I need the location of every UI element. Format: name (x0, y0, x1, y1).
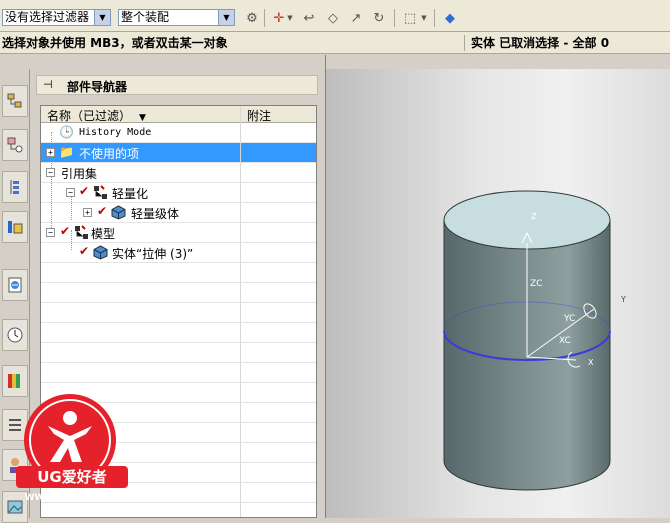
constraint-navigator-icon[interactable] (2, 171, 28, 203)
selection-box-icon[interactable]: ⬚ (401, 9, 419, 27)
tree-row-empty (41, 263, 316, 283)
history-icon[interactable] (2, 319, 28, 351)
clock-icon: 🕒 (59, 125, 74, 139)
tree-row-empty (41, 303, 316, 323)
tree-row-note (241, 183, 316, 202)
tree-row-empty (41, 363, 316, 383)
status-bar: 选择对象并使用 MB3，或者双击某一对象 实体 已取消选择 - 全部 0 (0, 32, 670, 54)
ug-logo-icon: UG爱好者 WWW.UGSNX.COM (16, 394, 128, 503)
checkmark-icon[interactable]: ✔ (79, 184, 89, 198)
body-icon (93, 245, 108, 260)
tree-row-label: History Mode (79, 127, 152, 138)
assembly-navigator-icon[interactable] (2, 85, 28, 117)
chevron-down-icon: ▼ (218, 10, 234, 25)
navigator-title-bar: ⊣ 部件导航器 (36, 75, 318, 95)
part-navigator-icon[interactable] (2, 129, 28, 161)
chevron-down-icon: ▼ (94, 10, 110, 25)
axis-label-x: X (588, 358, 594, 367)
expand-plus-icon[interactable]: + (46, 148, 55, 157)
collapse-minus-icon[interactable]: − (66, 188, 75, 197)
status-prompt: 选择对象并使用 MB3，或者双击某一对象 (2, 36, 228, 50)
tree-row-label: 轻量化 (112, 187, 149, 201)
tree-header: 名称（已过滤） ▼ 附注 (41, 106, 316, 124)
tree-row-note (241, 123, 316, 142)
select-face-icon[interactable]: ◇ (324, 9, 342, 27)
tree-row-lightweight[interactable]: − ✔ 轻量化 (41, 183, 316, 203)
collapse-minus-icon[interactable]: − (46, 228, 55, 237)
assembly-scope-value: 整个装配 (121, 10, 170, 24)
watermark-brand: UG爱好者 (37, 468, 107, 486)
tree-row-model[interactable]: − ✔ 模型 (41, 223, 316, 243)
toolbar-separator (434, 9, 435, 27)
expand-plus-icon[interactable]: + (83, 208, 92, 217)
assembly-icon (74, 225, 89, 240)
tree-row-reference-sets[interactable]: − 引用集 (41, 163, 316, 183)
tree-row-note (241, 163, 316, 182)
column-name-label: 名称（已过滤） (47, 109, 132, 123)
tree-row-unused-items[interactable]: + 📁 不使用的项 (41, 143, 316, 163)
assembly-scope-dropdown[interactable]: 整个装配 ▼ (118, 9, 235, 26)
checkmark-icon[interactable]: ✔ (79, 244, 89, 258)
dropdown-arrow-icon[interactable]: ▼ (420, 9, 428, 27)
navigator-title: 部件导航器 (67, 80, 128, 94)
checkmark-icon[interactable]: ✔ (60, 224, 70, 238)
tree-row-note (241, 203, 316, 222)
axis-label-zc: ZC (530, 279, 542, 289)
cube-view-icon[interactable]: ◆ (441, 9, 459, 27)
axis-label-z-top: Z (531, 212, 537, 221)
dropdown-arrow-icon[interactable]: ▼ (286, 9, 294, 27)
watermark-logo: UG爱好者 WWW.UGSNX.COM (14, 388, 134, 508)
reuse-library-icon[interactable] (2, 211, 28, 243)
folder-icon: 📁 (59, 145, 74, 159)
sort-arrow-icon: ▼ (139, 113, 146, 123)
tree-row-empty (41, 283, 316, 303)
tree-row-label: 轻量级体 (131, 207, 180, 221)
rotate-icon[interactable]: ↻ (370, 9, 388, 27)
cylinder-model[interactable]: Z ZC YC Y XC X (326, 69, 670, 518)
axis-label-yc: YC (563, 314, 575, 324)
selection-info: 实体 已取消选择 - 全部 0 (471, 36, 610, 50)
toolbar: 没有选择过滤器 ▼ 整个装配 ▼ ⚙ ✛ ▼ ↩ ◇ ↗ ↻ ⬚ ▼ ◆ (0, 0, 670, 32)
toolbar-gap (0, 55, 670, 69)
toolbar-separator (394, 9, 395, 27)
tree-row-empty (41, 323, 316, 343)
axis-label-y: Y (620, 295, 626, 304)
tree-row-note (241, 243, 316, 262)
checkmark-icon[interactable]: ✔ (97, 204, 107, 218)
status-divider (464, 35, 465, 51)
column-header-name[interactable]: 名称（已过滤） ▼ (47, 107, 146, 124)
cylinder-top-face (443, 190, 611, 250)
tree-row-label: 实体“拉伸 (3)” (112, 247, 194, 261)
tree-row-note (241, 223, 316, 242)
tree-row-label: 引用集 (61, 167, 98, 181)
selection-filter-value: 没有选择过滤器 (5, 10, 90, 24)
tree-row-extrude-body[interactable]: ✔ 实体“拉伸 (3)” (41, 243, 316, 263)
web-browser-icon[interactable] (2, 269, 28, 301)
tree-row-empty (41, 343, 316, 363)
gear-icon[interactable]: ⚙ (243, 9, 261, 27)
tree-row-label: 不使用的项 (79, 147, 140, 161)
assembly-icon (93, 185, 108, 200)
tree-row-lightweight-body[interactable]: + ✔ 轻量级体 (41, 203, 316, 223)
column-header-note[interactable]: 附注 (247, 107, 271, 124)
graphics-viewport[interactable]: Z ZC YC Y XC X (326, 69, 670, 518)
undo-arrow-icon[interactable]: ↩ (300, 9, 318, 27)
toolbar-separator (264, 9, 265, 27)
tree-row-label: 模型 (91, 227, 116, 241)
collapse-minus-icon[interactable]: − (46, 168, 55, 177)
watermark-url: WWW.UGSNX.COM (25, 493, 120, 503)
move-handle-icon[interactable]: ↗ (347, 9, 365, 27)
body-icon (111, 205, 126, 220)
pin-icon[interactable]: ⊣ (43, 78, 53, 91)
tree-row-history-mode[interactable]: 🕒 History Mode (41, 123, 316, 143)
tree-row-note (241, 143, 316, 162)
selection-filter-dropdown[interactable]: 没有选择过滤器 ▼ (2, 9, 111, 26)
axis-label-xc: XC (559, 336, 571, 346)
